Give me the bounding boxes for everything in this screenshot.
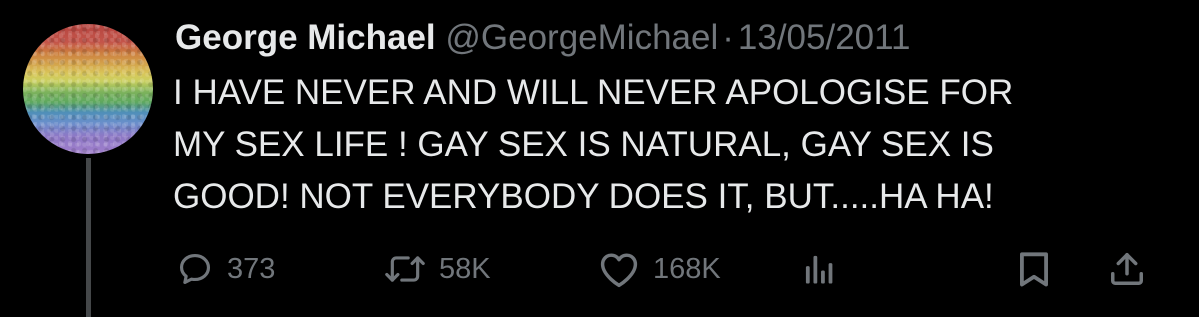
retweet-count: 58K [439,252,491,285]
bookmark-icon [1020,252,1048,287]
display-name[interactable]: George Michael [175,18,436,57]
views-button[interactable] [804,246,834,292]
heart-icon [600,253,638,288]
reply-bubble-icon [179,253,211,285]
reply-button[interactable]: 373 [176,246,275,292]
action-bar: 373 58K 168K [176,246,1176,292]
share-button[interactable] [1108,246,1146,292]
tweet-date[interactable]: 13/05/2011 [738,18,911,57]
retweet-arrows-icon [385,256,425,282]
thread-line [86,158,91,317]
separator-dot: · [722,18,734,57]
reply-count: 373 [227,252,276,285]
bookmark-button[interactable] [1018,246,1050,292]
avatar[interactable] [23,24,153,154]
tweet-text: I HAVE NEVER AND WILL NEVER APOLOGISE FO… [173,73,1014,216]
like-button[interactable]: 168K [598,246,721,292]
tweet-header: George Michael @GeorgeMichael · 13/05/2011 [175,12,910,64]
retweet-button[interactable]: 58K [384,246,491,292]
bar-chart-icon [805,255,833,284]
tweet[interactable]: George Michael @GeorgeMichael · 13/05/2011… [0,0,1199,317]
like-count: 168K [653,252,721,285]
user-handle[interactable]: @GeorgeMichael [445,18,718,57]
share-upload-icon [1111,253,1143,285]
